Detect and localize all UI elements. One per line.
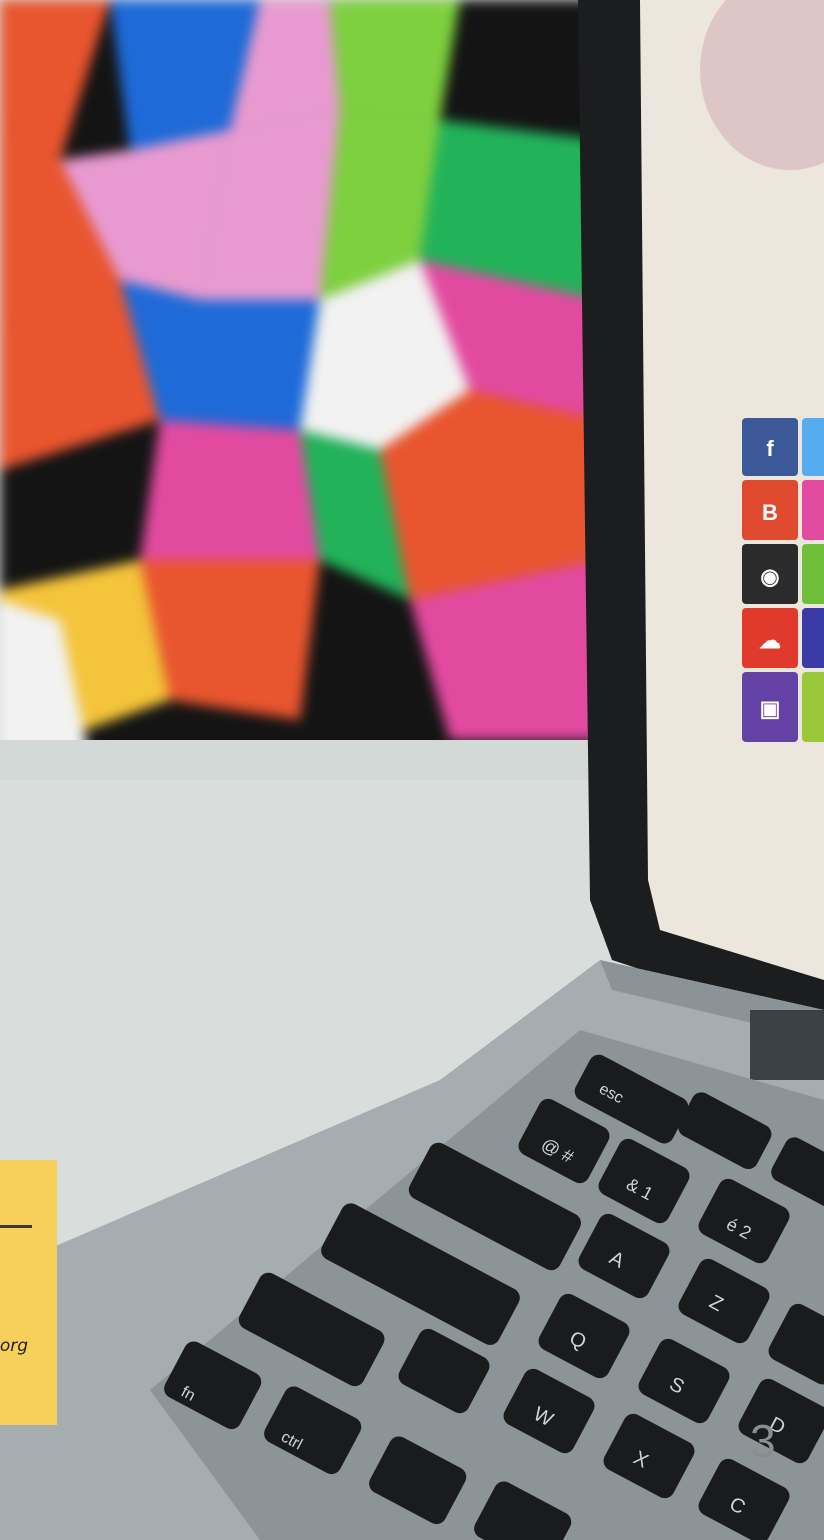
facebook-icon: f [766,436,774,461]
laptop-screen: f B ◉ ☁ ▣ [578,0,824,1030]
card-divider [0,1225,32,1228]
photo-illustration: f B ◉ ☁ ▣ esc fn ctrl A Z Q S W X D C & … [0,0,824,1540]
hinge [750,1010,824,1080]
page-number: 3 [750,1415,776,1467]
colorful-background [0,0,600,760]
github-icon: ◉ [760,564,779,589]
card-url-text[interactable]: org [0,1336,28,1356]
info-card: org [0,1160,57,1425]
twitch-icon: ▣ [760,696,781,721]
soundcloud-icon: ☁ [759,628,781,653]
social-tile-grid [742,418,824,742]
background-photo: f B ◉ ☁ ▣ esc fn ctrl A Z Q S W X D C & … [0,0,824,1540]
blogger-icon: B [762,500,778,525]
